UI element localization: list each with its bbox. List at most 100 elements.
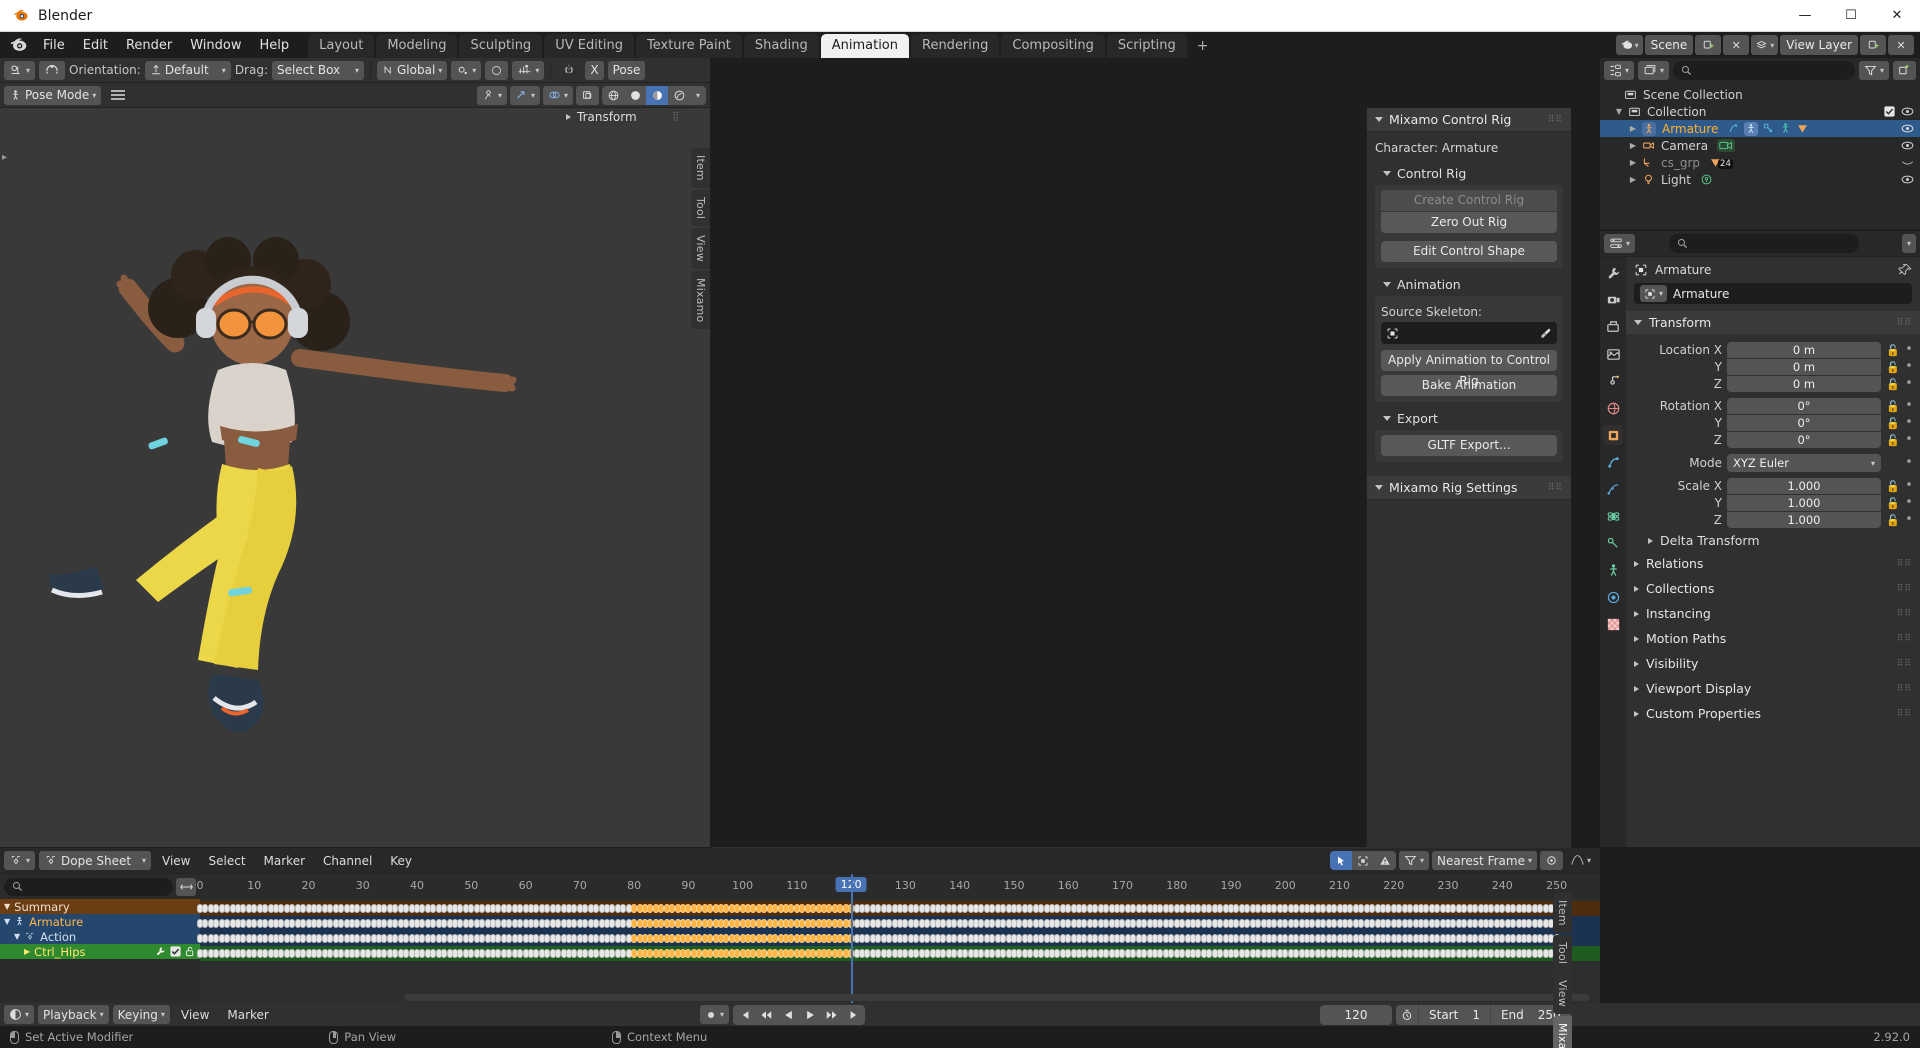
next-keyframe-button[interactable]: [821, 1005, 843, 1025]
armature-data-icon[interactable]: [1779, 122, 1792, 135]
outliner-row-collection[interactable]: ▼ Collection: [1600, 103, 1920, 120]
scene-browse-icon[interactable]: ▾: [1616, 35, 1643, 55]
orientation-dropdown[interactable]: Default ▾: [145, 61, 231, 80]
animate-dot-icon[interactable]: •: [1904, 402, 1914, 410]
properties-tab-texture[interactable]: [1603, 614, 1623, 634]
viewport-left-canvas[interactable]: Transform ⣿ Item Tool View Mixamo ▸: [0, 108, 710, 847]
animate-dot-icon[interactable]: •: [1904, 436, 1914, 444]
workspace-tab-uv-editing[interactable]: UV Editing: [544, 34, 634, 58]
new-view-layer-button[interactable]: [1860, 35, 1886, 55]
lock-icon[interactable]: 🔓: [1886, 514, 1899, 527]
overlays-dropdown-left[interactable]: ▾: [543, 86, 573, 105]
outliner-row-light[interactable]: ▶ Light: [1600, 171, 1920, 188]
lock-icon[interactable]: 🔓: [1886, 434, 1899, 447]
lock-icon[interactable]: 🔓: [1886, 417, 1899, 430]
custom-properties-panel[interactable]: Custom Properties ⠿⠿: [1626, 702, 1920, 725]
menu-window[interactable]: Window: [181, 36, 250, 55]
view-layer-name-field[interactable]: View Layer: [1780, 35, 1858, 55]
expand-arrow-icon[interactable]: ▶: [24, 947, 30, 956]
transform-orientation-dropdown[interactable]: Global ▾: [377, 61, 447, 80]
new-scene-button[interactable]: [1695, 35, 1721, 55]
pivot-point-dropdown[interactable]: ▾: [451, 61, 481, 80]
pose-xmirror-icon[interactable]: [557, 61, 581, 80]
properties-tab-physics[interactable]: [1603, 506, 1623, 526]
camera-data-icon[interactable]: [1717, 139, 1735, 152]
collections-panel[interactable]: Collections ⠿⠿: [1626, 577, 1920, 600]
animate-dot-icon[interactable]: •: [1904, 419, 1914, 427]
transform-pivot-dropdown[interactable]: ▾: [4, 61, 35, 80]
location-x-value[interactable]: 0 m: [1727, 342, 1881, 358]
viewport-display-panel[interactable]: Viewport Display ⠿⠿: [1626, 677, 1920, 700]
relations-panel[interactable]: Relations ⠿⠿: [1626, 552, 1920, 575]
play-button[interactable]: [799, 1005, 821, 1025]
pin-icon[interactable]: [1898, 263, 1912, 277]
vtab-tool[interactable]: Tool: [1553, 935, 1572, 971]
jump-to-start-button[interactable]: [733, 1005, 755, 1025]
bake-animation-button[interactable]: Bake Animation: [1381, 375, 1557, 396]
animate-dot-icon[interactable]: •: [1904, 363, 1914, 371]
dopesheet-menu-select[interactable]: Select: [202, 852, 253, 870]
edit-control-shape-button[interactable]: Edit Control Shape: [1381, 241, 1557, 262]
outliner-row-cs-grp[interactable]: ▶ cs_grp 24: [1600, 154, 1920, 171]
lock-icon[interactable]: 🔓: [1886, 344, 1899, 357]
remove-scene-button[interactable]: ✕: [1723, 35, 1749, 55]
workspace-tab-animation[interactable]: Animation: [821, 34, 909, 58]
menu-file[interactable]: File: [34, 36, 74, 55]
outliner-new-collection-button[interactable]: [1893, 61, 1916, 80]
jump-to-end-button[interactable]: [843, 1005, 865, 1025]
expand-arrow-icon[interactable]: ▶: [1628, 158, 1638, 167]
only-show-selected-toggle[interactable]: [1330, 851, 1352, 870]
lock-icon[interactable]: 🔓: [1886, 497, 1899, 510]
visibility-dropdown-left[interactable]: ▾: [477, 86, 507, 105]
keying-dropdown[interactable]: Keying▾: [113, 1005, 170, 1024]
source-skeleton-field[interactable]: [1381, 322, 1557, 344]
dopesheet-menu-key[interactable]: Key: [383, 852, 419, 870]
export-subsection-header[interactable]: Export: [1375, 408, 1563, 430]
dopesheet-filter-button[interactable]: ▾: [1399, 851, 1429, 870]
shading-wireframe-left[interactable]: [602, 86, 624, 105]
object-datablock-icon[interactable]: ▾: [1640, 285, 1667, 302]
motion-paths-panel[interactable]: Motion Paths ⠿⠿: [1626, 627, 1920, 650]
mirror-x-toggle[interactable]: X: [585, 61, 603, 80]
properties-tab-tool[interactable]: [1603, 263, 1623, 283]
properties-tab-render[interactable]: [1603, 290, 1623, 310]
collection-checkbox[interactable]: [1884, 106, 1895, 117]
eye-icon[interactable]: [1901, 140, 1914, 151]
keyframe-row-action[interactable]: [200, 931, 1600, 946]
properties-tab-output[interactable]: [1603, 317, 1623, 337]
blender-menu-logo-icon[interactable]: [8, 35, 28, 55]
outliner-row-armature[interactable]: ▶ Armature: [1600, 120, 1920, 137]
eye-icon[interactable]: [1901, 174, 1914, 185]
timeline-menu-marker[interactable]: Marker: [220, 1006, 275, 1024]
shading-solid-left[interactable]: [624, 86, 646, 105]
vtab-item-left[interactable]: Item: [691, 148, 710, 188]
workspace-tab-texture-paint[interactable]: Texture Paint: [636, 34, 742, 58]
vtab-mixamo[interactable]: Mixamo: [1553, 1016, 1572, 1048]
properties-tab-particles[interactable]: [1603, 479, 1623, 499]
instancing-panel[interactable]: Instancing ⠿⠿: [1626, 602, 1920, 625]
dopesheet-menu-view[interactable]: View: [155, 852, 197, 870]
drag-action-dropdown[interactable]: Select Box ▾: [272, 61, 364, 80]
properties-tab-scene[interactable]: [1603, 371, 1623, 391]
snap-during-transform-toggle[interactable]: [39, 61, 65, 80]
animate-dot-icon[interactable]: •: [1904, 459, 1914, 467]
modifier-icon[interactable]: [1727, 122, 1740, 135]
dopesheet-menu-channel[interactable]: Channel: [316, 852, 379, 870]
outliner-filter-button[interactable]: ▾: [1859, 61, 1889, 80]
mesh-object-icon[interactable]: [1796, 122, 1809, 135]
vtab-item[interactable]: Item: [1553, 893, 1572, 933]
properties-tab-view-layer[interactable]: [1603, 344, 1623, 364]
shading-rendered-left[interactable]: [668, 86, 690, 105]
play-reverse-button[interactable]: [777, 1005, 799, 1025]
menu-edit[interactable]: Edit: [74, 36, 117, 55]
mode-selector-left[interactable]: Pose Mode ▾: [4, 86, 101, 105]
snapping-mode-dropdown[interactable]: Nearest Frame ▾: [1432, 851, 1537, 870]
horizontal-scrollbar[interactable]: [404, 994, 1590, 1001]
object-name-field[interactable]: ▾ Armature: [1634, 283, 1912, 304]
dopesheet-menu-marker[interactable]: Marker: [257, 852, 312, 870]
dopesheet-keyframe-area[interactable]: 0102030405060708090100110120130140150160…: [200, 874, 1600, 1003]
xray-toggle-left[interactable]: [576, 86, 599, 105]
vtab-view-left[interactable]: View: [691, 228, 710, 269]
close-button[interactable]: ✕: [1874, 0, 1920, 32]
gltf-export-button[interactable]: GLTF Export...: [1381, 435, 1557, 456]
